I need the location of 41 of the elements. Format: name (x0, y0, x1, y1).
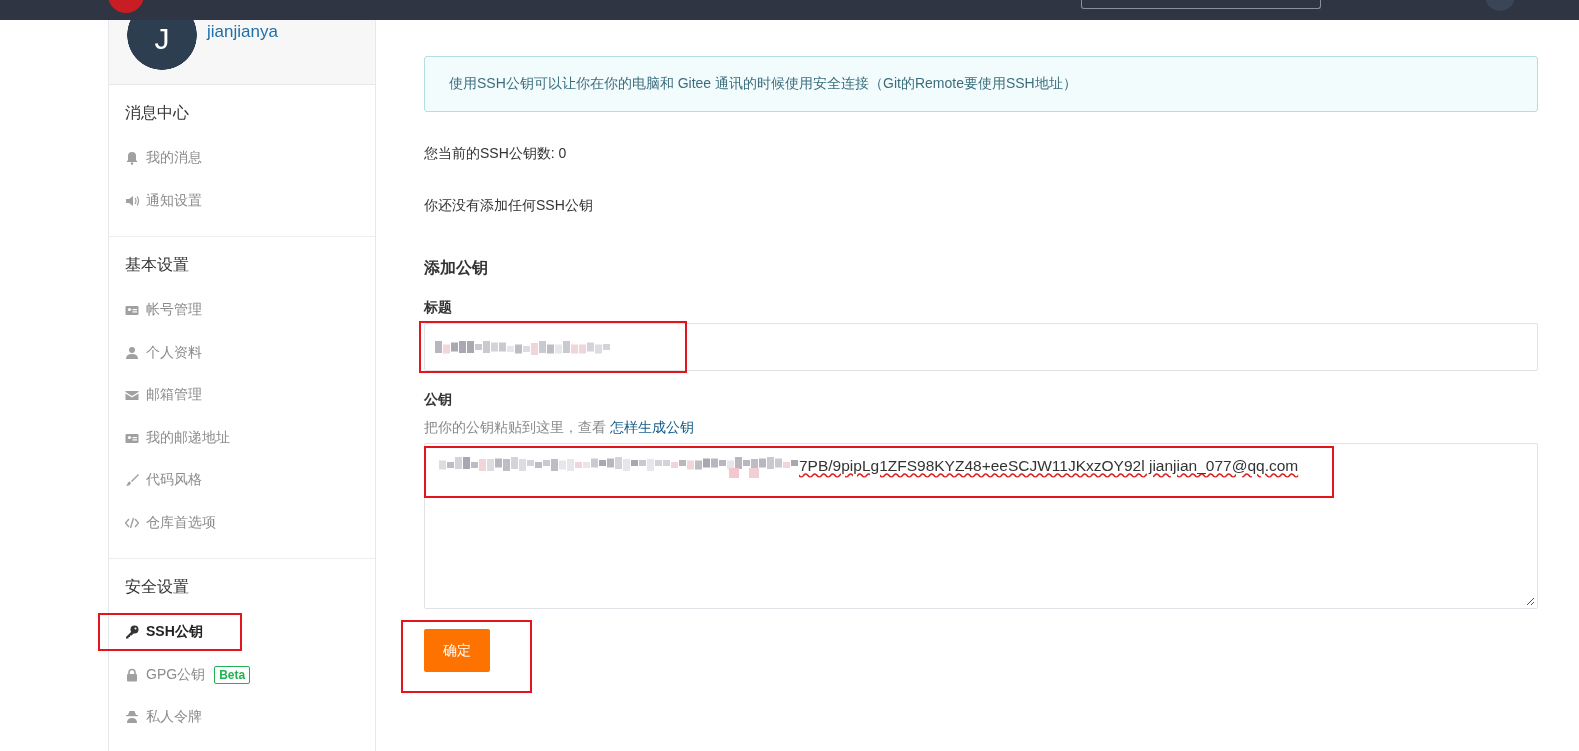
id-card-icon (125, 303, 139, 318)
spy-icon (125, 710, 139, 725)
title-field[interactable] (424, 323, 1538, 371)
logo-icon[interactable] (107, 0, 145, 14)
avatar[interactable]: J (127, 20, 197, 70)
resize-handle-icon[interactable] (1525, 596, 1535, 606)
username-link[interactable]: jianjianya (207, 22, 278, 42)
how-to-generate-link[interactable]: 怎样生成公钥 (609, 419, 694, 435)
form-heading: 添加公钥 (424, 258, 489, 278)
key-count-text: 您当前的SSH公钥数: 0 (424, 144, 568, 163)
user-icon (125, 345, 139, 360)
sidebar-item[interactable]: 帐号管理 (125, 301, 202, 320)
public-key-field[interactable]: 7PB/9pipLg1ZFS98KYZ48+eeSCJW11JKxzOY92l jianjian_077@qq.com (424, 443, 1538, 609)
sidebar-item[interactable]: 代码风格 (125, 471, 202, 490)
sidebar-item[interactable]: 个人资料 (125, 343, 202, 362)
beta-tag: Beta (214, 665, 251, 684)
sidebar-item[interactable]: 通知设置 (125, 191, 202, 210)
sidebar-item[interactable]: SSH公钥 (125, 623, 203, 642)
key-icon (125, 625, 139, 640)
group-heading: 基本设置 (125, 255, 190, 275)
lock-icon (125, 667, 139, 682)
sidebar-item[interactable]: GPG公钥 Beta (125, 665, 251, 684)
brush-icon (125, 473, 139, 488)
group-heading: 消息中心 (125, 103, 190, 123)
sidebar-item[interactable]: 我的邮递地址 (125, 428, 230, 447)
code-icon (125, 515, 139, 530)
speaker-icon (125, 193, 139, 208)
sidebar-item[interactable]: 我的消息 (125, 149, 202, 168)
sidebar-item[interactable]: 仓库首选项 (125, 513, 216, 532)
group-heading: 安全设置 (125, 577, 190, 597)
info-message: 使用SSH公钥可以让你在你的电脑和 Gitee 通讯的时候使用安全连接（Git的Remote要使用SSH地址） (424, 56, 1538, 112)
empty-message: 你还没有添加任何SSH公钥 (424, 196, 594, 215)
confirm-button[interactable]: 确定 (424, 629, 490, 672)
hint-text: 把你的公钥粘贴到这里，查看 怎样生成公钥 (424, 419, 695, 437)
search-field[interactable] (1081, 0, 1321, 9)
sidebar-item[interactable]: 邮箱管理 (125, 386, 202, 405)
field-label: 公钥 (424, 391, 453, 409)
field-label: 标题 (424, 299, 453, 317)
sidebar-item[interactable]: 私人令牌 (125, 708, 202, 727)
envelope-icon (125, 388, 139, 403)
bell-icon (125, 151, 139, 166)
